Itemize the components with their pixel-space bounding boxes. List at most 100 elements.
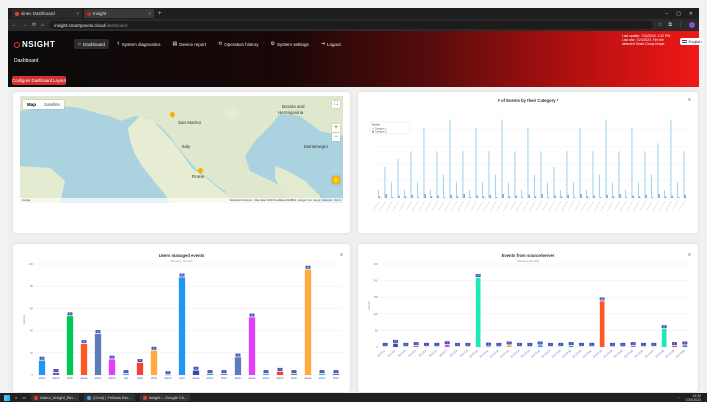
task-view-icon[interactable]: ▭ [22,395,26,400]
bar [561,196,563,198]
zoom-out-icon[interactable]: − [332,133,340,141]
back-icon[interactable]: ← [12,22,17,28]
nav-system-settings[interactable]: ⚙ System settings [267,39,313,49]
x-tick-mark [464,200,471,212]
x-tick-label: thwin [137,376,144,380]
map-tab-satellite[interactable]: Satellite [40,100,64,109]
x-tick-label: test [124,376,128,380]
address-input[interactable]: insight.smartpanels.cloud/dashboard [49,21,653,29]
nav-system-diagnostics[interactable]: ⚕ System diagnostics [113,39,165,49]
bar [429,190,431,198]
taskbar-app[interactable]: Insight – Google Ch... [139,394,191,401]
legend-title: Device [372,123,380,127]
clock[interactable]: 13:32 7/24/2023 [685,394,701,402]
users-managed-events-card: Users managed events Showing all data ≡ … [13,244,350,392]
bar [410,151,412,198]
nav-label: Device report [179,41,207,47]
windows-start-icon[interactable] [4,394,10,401]
bar [540,151,542,198]
x-tick-mark [373,200,380,212]
x-tick-mark [581,200,588,212]
bar [94,333,102,375]
bar [136,362,144,375]
taskbar-app[interactable]: (Chat) | Fellows Bro... [84,394,135,401]
y-tick-label: 40 [30,329,34,333]
search-icon[interactable]: ⌕ [15,395,17,400]
x-tick-mark [652,200,659,212]
nav-operation-history[interactable]: ⟲ Operation history [214,39,262,49]
y-tick-label: 180 [373,295,378,299]
app-logo[interactable]: NSIGHT [14,40,55,49]
logo-text: NSIGHT [22,40,56,49]
x-tick-mark [418,200,425,212]
bar [332,373,340,375]
extensions-icon[interactable]: ⧉ [668,22,672,28]
x-tick-mark [477,200,484,212]
clock-date: 7/24/2023 [685,397,701,402]
language-button[interactable]: English [680,38,704,45]
bar [632,195,634,198]
y-tick-label: 100 [28,262,33,266]
close-icon[interactable]: × [76,11,79,16]
y-tick-label: 80 [30,284,34,288]
x-tick-label: 10.2.0.24 [613,348,624,358]
forward-icon[interactable]: → [22,22,27,28]
maximize-icon[interactable]: ▢ [676,11,681,17]
x-tick-label: Admin [206,376,214,380]
bar [304,269,312,375]
bar [80,343,88,375]
taskbar-app[interactable]: Attero_Insight_Bin... [31,394,80,401]
bar [658,194,660,198]
bar [397,158,399,198]
nav-logout[interactable]: ⇥ Logout [317,39,345,49]
fullscreen-icon[interactable]: ⛶ [332,100,340,108]
browser-tab-1[interactable]: sinec Dashboard × [12,9,82,18]
bar [496,197,498,198]
bar [605,119,607,198]
bar [639,196,641,198]
reload-icon[interactable]: ⟳ [32,22,36,28]
zoom-in-icon[interactable]: + [332,124,340,132]
avatar[interactable] [689,22,695,28]
menu-dots-icon[interactable]: ⋮ [678,22,683,28]
bar [481,182,483,198]
street-view-icon[interactable]: ♙ [332,176,340,184]
window-close-icon[interactable]: ✕ [689,11,693,17]
new-tab-icon[interactable]: + [158,11,162,17]
star-icon[interactable]: ☆ [658,22,662,28]
bar [192,370,200,375]
bar [592,151,594,198]
map-view[interactable]: Map Satellite Bosnia and Herzegovina San… [20,96,343,203]
map-label: San Marino [178,120,202,125]
minimize-icon[interactable]: – [665,11,668,17]
bar [587,196,589,198]
bar [318,373,326,375]
y-tick-label: 20 [30,351,34,355]
bar [559,190,561,198]
x-tick-label: thwin [221,376,228,380]
x-tick-label: 10.2.0.13 [499,348,510,358]
configure-dashboard-button[interactable]: Configure Dashboard Layout [12,76,66,85]
y-axis-label: Events [367,301,371,310]
bar [150,350,158,375]
bar [644,151,646,198]
nav-device-report[interactable]: ▤ Device report [169,39,211,49]
bar [38,360,46,375]
nav-dashboard[interactable]: ⌂ Dashboard [74,39,110,49]
map-tab-map[interactable]: Map [23,100,40,109]
x-tick-label: thwin [151,376,158,380]
x-tick-mark [639,200,646,212]
x-tick-mark [438,200,445,212]
network-icon[interactable]: ◔ [677,396,679,400]
close-icon[interactable]: × [148,11,151,16]
bar [665,196,667,198]
x-tick-label: 10.2.0.15 [520,348,531,358]
nav-label: System settings [277,41,309,47]
x-tick-label: admin [192,376,200,380]
bar [501,119,503,198]
map-attribution[interactable]: Keyboard shortcuts · Map data ©2023 GeoB… [230,199,341,202]
home-icon[interactable]: ⌂ [41,22,44,28]
browser-tab-2[interactable]: Insight × [84,9,154,18]
bar [600,197,602,198]
x-tick-mark [451,200,458,212]
